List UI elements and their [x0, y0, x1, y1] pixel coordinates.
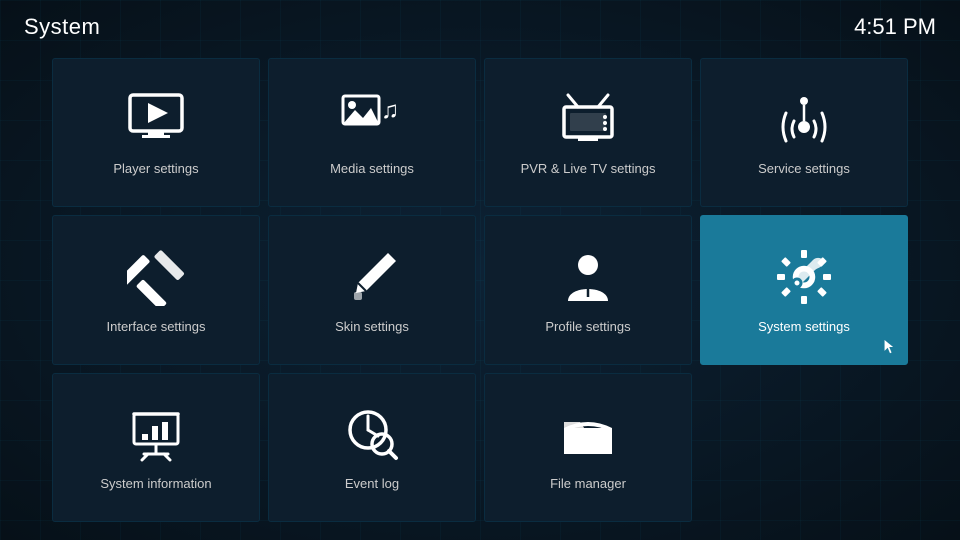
media-settings-label: Media settings	[330, 161, 414, 178]
grid-item-profile-settings[interactable]: Profile settings	[484, 215, 692, 364]
grid-item-interface-settings[interactable]: Interface settings	[52, 215, 260, 364]
grid-item-system-information[interactable]: System information	[52, 373, 260, 522]
interface-settings-icon	[124, 245, 188, 309]
cursor-icon	[883, 340, 897, 354]
service-settings-icon	[772, 87, 836, 151]
grid-item-service-settings[interactable]: Service settings	[700, 58, 908, 207]
settings-grid: Player settings ♫ Media settings	[0, 50, 960, 538]
interface-settings-label: Interface settings	[107, 319, 206, 336]
system-information-label: System information	[100, 476, 211, 493]
grid-item-pvr-settings[interactable]: PVR & Live TV settings	[484, 58, 692, 207]
svg-text:♫: ♫	[381, 97, 399, 124]
app-header: System 4:51 PM	[0, 0, 960, 50]
file-manager-label: File manager	[550, 476, 626, 493]
file-manager-icon	[556, 402, 620, 466]
service-settings-label: Service settings	[758, 161, 850, 178]
player-settings-icon	[124, 87, 188, 151]
system-settings-label: System settings	[758, 319, 850, 336]
grid-item-empty	[700, 373, 908, 522]
system-information-icon	[124, 402, 188, 466]
pvr-settings-label: PVR & Live TV settings	[521, 161, 656, 178]
grid-item-system-settings[interactable]: System settings	[700, 215, 908, 364]
profile-settings-icon	[556, 245, 620, 309]
profile-settings-label: Profile settings	[545, 319, 630, 336]
grid-item-player-settings[interactable]: Player settings	[52, 58, 260, 207]
grid-item-event-log[interactable]: Event log	[268, 373, 476, 522]
media-settings-icon: ♫	[340, 87, 404, 151]
clock: 4:51 PM	[854, 14, 936, 40]
event-log-icon	[340, 402, 404, 466]
grid-item-file-manager[interactable]: File manager	[484, 373, 692, 522]
skin-settings-icon	[340, 245, 404, 309]
app-title: System	[24, 14, 100, 40]
player-settings-label: Player settings	[113, 161, 198, 178]
grid-item-skin-settings[interactable]: Skin settings	[268, 215, 476, 364]
system-settings-icon	[772, 245, 836, 309]
skin-settings-label: Skin settings	[335, 319, 409, 336]
grid-item-media-settings[interactable]: ♫ Media settings	[268, 58, 476, 207]
event-log-label: Event log	[345, 476, 399, 493]
pvr-settings-icon	[556, 87, 620, 151]
